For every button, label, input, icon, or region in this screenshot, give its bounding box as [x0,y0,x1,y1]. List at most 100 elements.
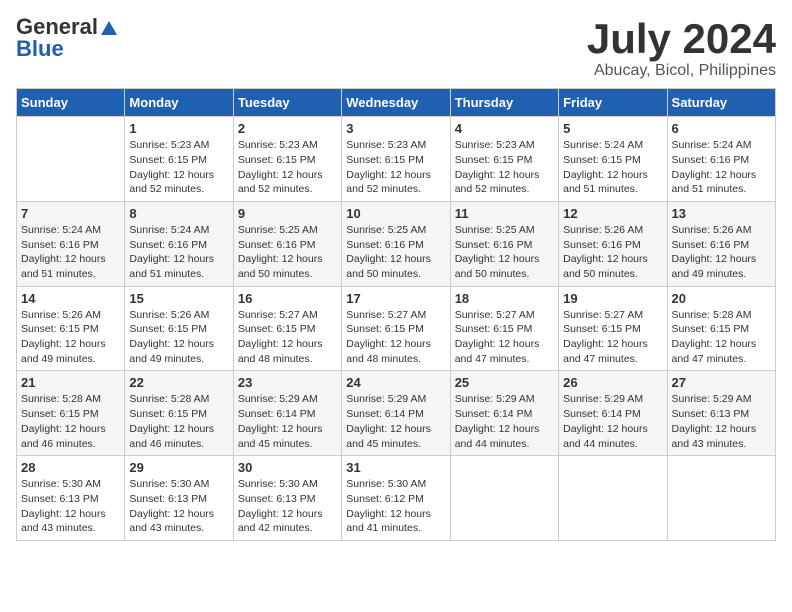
day-info: Sunrise: 5:27 AMSunset: 6:15 PMDaylight:… [346,308,445,367]
calendar-cell: 10 Sunrise: 5:25 AMSunset: 6:16 PMDayligh… [342,201,450,286]
day-number: 27 [672,375,771,390]
day-number: 16 [238,291,337,306]
week-row-4: 21 Sunrise: 5:28 AMSunset: 6:15 PMDayligh… [17,371,776,456]
calendar-cell: 17Sunrise: 5:27 AMSunset: 6:15 PMDayligh… [342,286,450,371]
calendar-cell: 20 Sunrise: 5:28 AMSunset: 6:15 PMDayligh… [667,286,775,371]
day-info: Sunrise: 5:30 AMSunset: 6:13 PMDaylight:… [129,477,228,536]
day-number: 9 [238,206,337,221]
day-info: Sunrise: 5:27 AMSunset: 6:15 PMDaylight:… [238,308,337,367]
day-number: 6 [672,121,771,136]
day-info: Sunrise: 5:24 AMSunset: 6:16 PMDaylight:… [21,223,120,282]
day-number: 8 [129,206,228,221]
calendar-cell: 13 Sunrise: 5:26 AMSunset: 6:16 PMDayligh… [667,201,775,286]
day-number: 30 [238,460,337,475]
day-number: 21 [21,375,120,390]
calendar-cell: 24 Sunrise: 5:29 AMSunset: 6:14 PMDayligh… [342,371,450,456]
day-number: 4 [455,121,554,136]
logo-blue-text: Blue [16,38,64,60]
day-number: 15 [129,291,228,306]
day-number: 26 [563,375,662,390]
day-info: Sunrise: 5:28 AMSunset: 6:15 PMDaylight:… [672,308,771,367]
calendar-cell: 30 Sunrise: 5:30 AMSunset: 6:13 PMDayligh… [233,456,341,541]
day-info: Sunrise: 5:29 AMSunset: 6:14 PMDaylight:… [455,392,554,451]
day-info: Sunrise: 5:23 AMSunset: 6:15 PMDaylight:… [238,138,337,197]
col-header-tuesday: Tuesday [233,89,341,117]
calendar-cell: 21 Sunrise: 5:28 AMSunset: 6:15 PMDayligh… [17,371,125,456]
calendar-cell: 31Sunrise: 5:30 AMSunset: 6:12 PMDayligh… [342,456,450,541]
week-row-2: 7 Sunrise: 5:24 AMSunset: 6:16 PMDaylight… [17,201,776,286]
day-info: Sunrise: 5:27 AMSunset: 6:15 PMDaylight:… [455,308,554,367]
calendar-cell: 19 Sunrise: 5:27 AMSunset: 6:15 PMDayligh… [559,286,667,371]
calendar-cell: 16 Sunrise: 5:27 AMSunset: 6:15 PMDayligh… [233,286,341,371]
day-info: Sunrise: 5:23 AMSunset: 6:15 PMDaylight:… [129,138,228,197]
day-info: Sunrise: 5:30 AMSunset: 6:13 PMDaylight:… [238,477,337,536]
week-row-1: 1 Sunrise: 5:23 AMSunset: 6:15 PMDaylight… [17,117,776,202]
calendar-cell [559,456,667,541]
calendar-cell: 29 Sunrise: 5:30 AMSunset: 6:13 PMDayligh… [125,456,233,541]
day-number: 23 [238,375,337,390]
day-info: Sunrise: 5:29 AMSunset: 6:14 PMDaylight:… [238,392,337,451]
day-number: 14 [21,291,120,306]
calendar-cell [667,456,775,541]
week-row-5: 28 Sunrise: 5:30 AMSunset: 6:13 PMDayligh… [17,456,776,541]
day-number: 28 [21,460,120,475]
day-info: Sunrise: 5:28 AMSunset: 6:15 PMDaylight:… [129,392,228,451]
col-header-thursday: Thursday [450,89,558,117]
calendar-table: SundayMondayTuesdayWednesdayThursdayFrid… [16,88,776,541]
calendar-cell: 7 Sunrise: 5:24 AMSunset: 6:16 PMDaylight… [17,201,125,286]
day-number: 3 [346,121,445,136]
calendar-cell: 9Sunrise: 5:25 AMSunset: 6:16 PMDaylight… [233,201,341,286]
calendar-cell: 15 Sunrise: 5:26 AMSunset: 6:15 PMDayligh… [125,286,233,371]
logo: General Blue [16,16,117,60]
calendar-cell: 11 Sunrise: 5:25 AMSunset: 6:16 PMDayligh… [450,201,558,286]
calendar-cell: 25Sunrise: 5:29 AMSunset: 6:14 PMDayligh… [450,371,558,456]
calendar-cell [450,456,558,541]
title-area: July 2024 Abucay, Bicol, Philippines [587,16,776,80]
day-info: Sunrise: 5:25 AMSunset: 6:16 PMDaylight:… [455,223,554,282]
col-header-friday: Friday [559,89,667,117]
day-number: 11 [455,206,554,221]
location-title: Abucay, Bicol, Philippines [587,62,776,80]
calendar-cell: 14 Sunrise: 5:26 AMSunset: 6:15 PMDayligh… [17,286,125,371]
day-info: Sunrise: 5:24 AMSunset: 6:16 PMDaylight:… [672,138,771,197]
calendar-cell: 28 Sunrise: 5:30 AMSunset: 6:13 PMDayligh… [17,456,125,541]
col-header-sunday: Sunday [17,89,125,117]
calendar-cell: 2 Sunrise: 5:23 AMSunset: 6:15 PMDaylight… [233,117,341,202]
calendar-cell: 1 Sunrise: 5:23 AMSunset: 6:15 PMDaylight… [125,117,233,202]
day-number: 20 [672,291,771,306]
day-number: 19 [563,291,662,306]
day-info: Sunrise: 5:27 AMSunset: 6:15 PMDaylight:… [563,308,662,367]
day-info: Sunrise: 5:29 AMSunset: 6:14 PMDaylight:… [346,392,445,451]
day-info: Sunrise: 5:23 AMSunset: 6:15 PMDaylight:… [346,138,445,197]
day-number: 31 [346,460,445,475]
day-number: 2 [238,121,337,136]
day-info: Sunrise: 5:23 AMSunset: 6:15 PMDaylight:… [455,138,554,197]
day-info: Sunrise: 5:30 AMSunset: 6:13 PMDaylight:… [21,477,120,536]
day-info: Sunrise: 5:26 AMSunset: 6:15 PMDaylight:… [129,308,228,367]
col-header-saturday: Saturday [667,89,775,117]
day-info: Sunrise: 5:29 AMSunset: 6:13 PMDaylight:… [672,392,771,451]
day-number: 24 [346,375,445,390]
week-row-3: 14 Sunrise: 5:26 AMSunset: 6:15 PMDayligh… [17,286,776,371]
day-number: 7 [21,206,120,221]
day-number: 29 [129,460,228,475]
day-info: Sunrise: 5:28 AMSunset: 6:15 PMDaylight:… [21,392,120,451]
calendar-cell: 27 Sunrise: 5:29 AMSunset: 6:13 PMDayligh… [667,371,775,456]
day-number: 10 [346,206,445,221]
day-number: 1 [129,121,228,136]
calendar-cell: 3 Sunrise: 5:23 AMSunset: 6:15 PMDaylight… [342,117,450,202]
day-info: Sunrise: 5:26 AMSunset: 6:16 PMDaylight:… [563,223,662,282]
day-number: 13 [672,206,771,221]
day-info: Sunrise: 5:29 AMSunset: 6:14 PMDaylight:… [563,392,662,451]
calendar-cell: 6 Sunrise: 5:24 AMSunset: 6:16 PMDaylight… [667,117,775,202]
day-info: Sunrise: 5:26 AMSunset: 6:15 PMDaylight:… [21,308,120,367]
day-info: Sunrise: 5:26 AMSunset: 6:16 PMDaylight:… [672,223,771,282]
header: General Blue July 2024 Abucay, Bicol, Ph… [16,16,776,80]
day-info: Sunrise: 5:25 AMSunset: 6:16 PMDaylight:… [346,223,445,282]
calendar-cell: 8Sunrise: 5:24 AMSunset: 6:16 PMDaylight… [125,201,233,286]
calendar-cell [17,117,125,202]
day-number: 5 [563,121,662,136]
logo-general-text: General [16,16,117,38]
calendar-cell: 23 Sunrise: 5:29 AMSunset: 6:14 PMDayligh… [233,371,341,456]
calendar-cell: 4 Sunrise: 5:23 AMSunset: 6:15 PMDaylight… [450,117,558,202]
